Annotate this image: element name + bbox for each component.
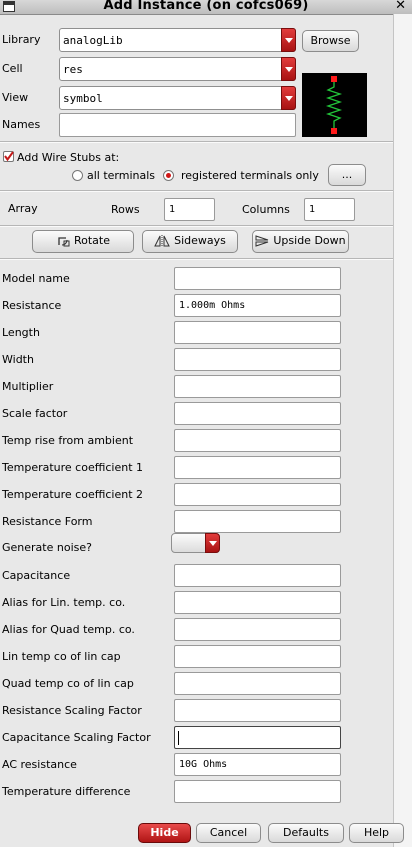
- param-label-resistance-form: Resistance Form: [2, 515, 93, 528]
- radio-registered-terminals[interactable]: [163, 170, 174, 181]
- param-label-capacitance: Capacitance: [2, 569, 71, 582]
- library-value: analogLib: [63, 34, 123, 47]
- param-label-temperature-difference: Temperature difference: [2, 785, 131, 798]
- param-label-ac-resistance: AC resistance: [2, 758, 77, 771]
- param-input-length[interactable]: [174, 321, 341, 344]
- browse-button[interactable]: Browse: [302, 30, 359, 52]
- param-label-model-name: Model name: [2, 272, 70, 285]
- param-label-alias-quad-temp: Alias for Quad temp. co.: [2, 623, 135, 636]
- hide-button[interactable]: Hide: [138, 823, 191, 843]
- param-label-temp-coeff-2: Temperature coefficient 2: [2, 488, 144, 501]
- param-label-generate-noise: Generate noise?: [2, 541, 92, 554]
- chevron-down-icon[interactable]: [205, 533, 220, 553]
- param-input-capacitance[interactable]: [174, 564, 341, 587]
- array-label: Array: [8, 202, 38, 215]
- upside-down-icon: [255, 235, 269, 247]
- param-label-width: Width: [2, 353, 34, 366]
- param-label-resistance: Resistance: [2, 299, 62, 312]
- rotate-label: Rotate: [73, 234, 110, 247]
- divider: [0, 141, 393, 143]
- param-label-resistance-scaling: Resistance Scaling Factor: [2, 704, 142, 717]
- param-label-temp-rise: Temp rise from ambient: [2, 434, 134, 447]
- param-label-lin-temp-lin-cap: Lin temp co of lin cap: [2, 650, 121, 663]
- param-label-length: Length: [2, 326, 40, 339]
- names-label: Names: [2, 118, 41, 131]
- library-label: Library: [2, 33, 41, 46]
- cell-combo[interactable]: res: [59, 57, 296, 81]
- upside-down-label: Upside Down: [273, 234, 346, 247]
- param-input-resistance[interactable]: 1.000m Ohms: [174, 294, 341, 317]
- title-bar[interactable]: Add Instance (on cofcs069) ✕: [0, 0, 412, 15]
- divider: [0, 190, 393, 192]
- param-label-quad-temp-lin-cap: Quad temp co of lin cap: [2, 677, 134, 690]
- sideways-label: Sideways: [174, 234, 226, 247]
- columns-label: Columns: [242, 203, 290, 216]
- param-label-temp-coeff-1: Temperature coefficient 1: [2, 461, 144, 474]
- resistor-symbol-icon: [325, 76, 343, 134]
- param-input-multiplier[interactable]: [174, 375, 341, 398]
- sideways-button[interactable]: Sideways: [142, 230, 238, 253]
- rows-label: Rows: [111, 203, 140, 216]
- chevron-down-icon[interactable]: [281, 28, 296, 52]
- upside-down-button[interactable]: Upside Down: [252, 230, 349, 253]
- param-label-capacitance-scaling: Capacitance Scaling Factor: [2, 731, 151, 744]
- cancel-button[interactable]: Cancel: [196, 823, 261, 843]
- param-input-alias-lin-temp[interactable]: [174, 591, 341, 614]
- cell-label: Cell: [2, 62, 23, 75]
- param-input-quad-temp-lin-cap[interactable]: [174, 672, 341, 695]
- generate-noise-combo[interactable]: [171, 533, 220, 553]
- radio-all-terminals[interactable]: [72, 170, 83, 181]
- rotate-button[interactable]: Rotate: [32, 230, 134, 253]
- cell-value: res: [63, 63, 83, 76]
- param-input-scale-factor[interactable]: [174, 402, 341, 425]
- chevron-down-icon[interactable]: [281, 57, 296, 81]
- view-label: View: [2, 91, 29, 104]
- radio-registered-terminals-label: registered terminals only: [181, 169, 319, 182]
- sideways-icon: [154, 235, 170, 247]
- divider: [0, 258, 393, 260]
- param-label-scale-factor: Scale factor: [2, 407, 68, 420]
- library-combo[interactable]: analogLib: [59, 28, 296, 52]
- param-input-ac-resistance[interactable]: 10G Ohms: [174, 753, 341, 776]
- view-combo[interactable]: symbol: [59, 86, 296, 110]
- columns-input[interactable]: 1: [304, 198, 355, 221]
- param-input-capacitance-scaling[interactable]: [174, 726, 341, 749]
- symbol-preview: [302, 73, 367, 137]
- param-input-temp-coeff-2[interactable]: [174, 483, 341, 506]
- view-value: symbol: [63, 92, 103, 105]
- scrollbar[interactable]: [393, 14, 412, 847]
- param-input-alias-quad-temp[interactable]: [174, 618, 341, 641]
- param-input-temp-coeff-1[interactable]: [174, 456, 341, 479]
- rows-input[interactable]: 1: [164, 198, 215, 221]
- param-input-resistance-scaling[interactable]: [174, 699, 341, 722]
- param-input-lin-temp-lin-cap[interactable]: [174, 645, 341, 668]
- names-input[interactable]: [59, 113, 296, 137]
- window-title: Add Instance (on cofcs069): [103, 0, 309, 13]
- close-icon[interactable]: ✕: [395, 0, 406, 13]
- divider: [0, 225, 393, 227]
- wire-stubs-label: Add Wire Stubs at:: [17, 151, 120, 164]
- radio-all-terminals-label: all terminals: [87, 169, 156, 182]
- param-input-resistance-form[interactable]: [174, 510, 341, 533]
- defaults-button[interactable]: Defaults: [268, 823, 344, 843]
- chevron-down-icon[interactable]: [281, 86, 296, 110]
- param-input-width[interactable]: [174, 348, 341, 371]
- wire-stubs-checkbox[interactable]: [3, 151, 14, 162]
- param-label-multiplier: Multiplier: [2, 380, 54, 393]
- param-input-temp-rise[interactable]: [174, 429, 341, 452]
- text-cursor: [178, 731, 179, 745]
- checkmark-icon: [4, 151, 14, 162]
- param-input-model-name[interactable]: [174, 267, 341, 290]
- param-input-temperature-difference[interactable]: [174, 780, 341, 803]
- param-label-alias-lin-temp: Alias for Lin. temp. co.: [2, 596, 126, 609]
- help-button[interactable]: Help: [349, 823, 404, 843]
- rotate-icon: [58, 237, 70, 247]
- more-options-button[interactable]: ...: [328, 164, 366, 186]
